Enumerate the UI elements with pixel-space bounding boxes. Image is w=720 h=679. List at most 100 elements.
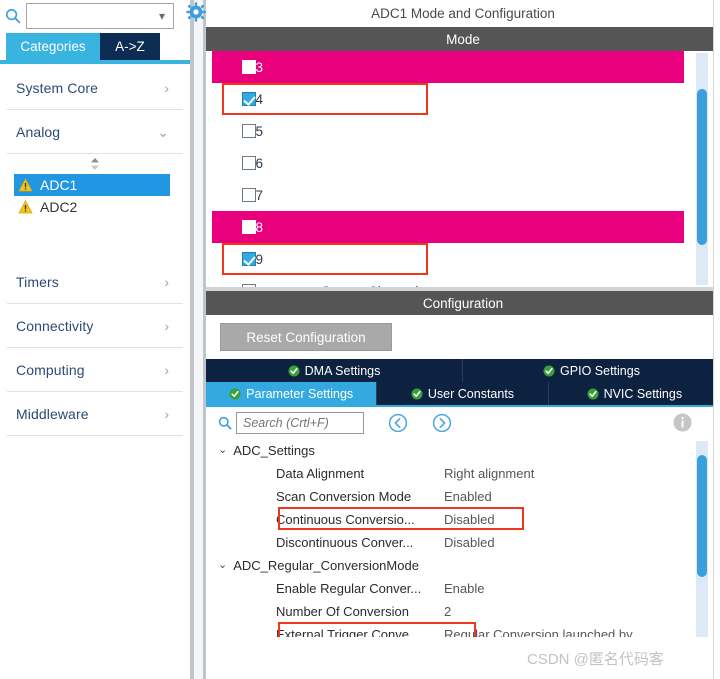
search-icon — [214, 416, 236, 430]
checkbox-in9[interactable] — [242, 252, 256, 266]
tab-nvic-settings[interactable]: NVIC Settings — [548, 382, 720, 405]
mode-scrollbar-thumb[interactable] — [697, 89, 707, 245]
tab-user-constants[interactable]: User Constants — [377, 382, 549, 405]
param-row-enable-regular-conversion[interactable]: Enable Regular Conver... Enable — [206, 577, 720, 600]
param-group-adc-settings[interactable]: ⌄ ADC_Settings — [206, 439, 720, 462]
param-row-external-trigger-conversion[interactable]: External Trigger Conve... Regular Conver… — [206, 623, 720, 637]
channel-row-in8[interactable]: IN8 — [212, 211, 684, 243]
sidebar-group-timers[interactable]: Timers › — [7, 260, 183, 304]
component-tree: System Core › Analog ⌄ ADC1 ADC2 Timers … — [0, 66, 190, 436]
chevron-right-icon: › — [164, 317, 169, 334]
reset-configuration-button[interactable]: Reset Configuration — [220, 323, 392, 351]
tabs-underline — [0, 60, 190, 64]
param-value-discontinuous-conversion: Disabled — [444, 535, 495, 550]
sidebar-item-adc1[interactable]: ADC1 — [14, 174, 170, 196]
channel-row-temperature-sensor[interactable]: Temperature Sensor Channel — [206, 275, 720, 287]
info-icon[interactable] — [673, 413, 692, 432]
tab-categories[interactable]: Categories — [6, 33, 100, 60]
parameter-scrollbar-thumb[interactable] — [697, 455, 707, 577]
search-icon — [0, 0, 26, 32]
checkbox-in4[interactable] — [242, 92, 256, 106]
parameter-scrollbar[interactable] — [696, 441, 708, 637]
chevron-right-icon: › — [164, 405, 169, 422]
tab-parameter-settings-label: Parameter Settings — [246, 386, 354, 401]
param-value-external-trigger-conversion: Regular Conversion launched by ... — [444, 627, 648, 637]
sidebar-group-connectivity[interactable]: Connectivity › — [7, 304, 183, 348]
param-value-data-alignment: Right alignment — [444, 466, 535, 481]
tab-gpio-settings[interactable]: GPIO Settings — [463, 359, 720, 382]
tab-user-constants-label: User Constants — [427, 386, 515, 401]
sidebar-search-input[interactable] — [33, 8, 153, 24]
chevron-down-icon: ⌄ — [218, 444, 228, 456]
chevron-down-icon[interactable]: ▾ — [159, 10, 165, 22]
param-key-continuous-conversion: Continuous Conversio... — [276, 512, 415, 527]
sidebar-item-adc1-label: ADC1 — [40, 177, 78, 193]
panel-divider[interactable] — [190, 0, 206, 679]
channel-row-in5[interactable]: IN5 — [206, 115, 720, 147]
tab-dma-settings-label: DMA Settings — [304, 363, 381, 378]
tab-parameter-settings[interactable]: Parameter Settings — [206, 382, 378, 405]
sidebar-group-system-core-label: System Core — [16, 79, 99, 96]
sidebar-item-adc2[interactable]: ADC2 — [14, 196, 170, 218]
param-group-adc-settings-label: ADC_Settings — [233, 443, 315, 458]
parameter-search-input[interactable] — [241, 415, 363, 431]
sidebar-group-computing[interactable]: Computing › — [7, 348, 183, 392]
checkbox-in7[interactable] — [242, 188, 256, 202]
param-key-enable-regular-conversion: Enable Regular Conver... — [276, 581, 422, 596]
sidebar-group-system-core[interactable]: System Core › — [7, 66, 183, 110]
channel-row-in4[interactable]: IN4 — [206, 83, 720, 115]
param-value-scan-conversion-mode: Enabled — [444, 489, 492, 504]
sidebar-group-middleware[interactable]: Middleware › — [7, 392, 183, 436]
next-icon[interactable] — [432, 413, 452, 433]
sidebar-group-computing-label: Computing — [16, 361, 85, 378]
checkbox-temperature-sensor[interactable] — [242, 284, 256, 287]
param-key-external-trigger-conversion: External Trigger Conve... — [276, 627, 420, 637]
param-value-number-of-conversion: 2 — [444, 604, 452, 619]
param-row-number-of-conversion[interactable]: Number Of Conversion 2 — [206, 600, 720, 623]
checkbox-in8[interactable] — [242, 220, 256, 234]
tab-nvic-settings-label: NVIC Settings — [603, 386, 683, 401]
param-value-continuous-conversion: Disabled — [444, 512, 495, 527]
page-title: ADC1 Mode and Configuration — [206, 0, 720, 27]
config-tabs-row-2: Parameter Settings User Constants NVIC S… — [206, 382, 720, 405]
sidebar-search-combo[interactable]: ▾ — [26, 3, 174, 29]
param-row-discontinuous-conversion[interactable]: Discontinuous Conver... Disabled — [206, 531, 720, 554]
tab-dma-settings[interactable]: DMA Settings — [206, 359, 463, 382]
sidebar-group-analog-label: Analog — [16, 123, 61, 140]
sidebar-group-timers-label: Timers — [16, 273, 59, 290]
mode-list-inner: IN3 IN4 IN5 IN6 IN7 — [206, 51, 720, 287]
prev-icon[interactable] — [388, 413, 408, 433]
checkbox-in3[interactable] — [242, 60, 256, 74]
tab-categories-label: Categories — [20, 39, 86, 54]
param-key-data-alignment: Data Alignment — [276, 466, 365, 481]
channel-row-in7[interactable]: IN7 — [206, 179, 720, 211]
chevron-right-icon: › — [164, 79, 169, 96]
param-row-data-alignment[interactable]: Data Alignment Right alignment — [206, 462, 720, 485]
channel-row-in6[interactable]: IN6 — [206, 147, 720, 179]
parameter-tree: ⌄ ADC_Settings Data Alignment Right alig… — [206, 439, 720, 637]
param-group-adc-regular-conversionmode[interactable]: ⌄ ADC_Regular_ConversionMode — [206, 554, 720, 577]
sidebar-group-analog[interactable]: Analog ⌄ — [7, 110, 183, 154]
param-row-scan-conversion-mode[interactable]: Scan Conversion Mode Enabled — [206, 485, 720, 508]
param-value-enable-regular-conversion: Enable — [444, 581, 485, 596]
channel-row-in9[interactable]: IN9 — [206, 243, 720, 275]
param-row-continuous-conversion[interactable]: Continuous Conversio... Disabled — [206, 508, 720, 531]
warning-icon — [18, 200, 33, 214]
sidebar-search-row: ▾ — [0, 0, 190, 32]
analog-items: ADC1 ADC2 — [0, 174, 190, 218]
app-window: ▾ Categories A->Z System Core › Analog ⌄ — [0, 0, 720, 679]
sidebar-group-middleware-label: Middleware — [16, 405, 89, 422]
checkbox-in5[interactable] — [242, 124, 256, 138]
mode-scrollbar[interactable] — [696, 53, 708, 285]
tree-scroll-arrows[interactable] — [0, 154, 190, 174]
parameter-search-box[interactable] — [236, 412, 364, 434]
checkbox-in6[interactable] — [242, 156, 256, 170]
channel-row-in3[interactable]: IN3 — [212, 51, 684, 83]
gear-icon[interactable] — [186, 2, 206, 22]
check-circle-icon — [411, 388, 423, 400]
param-key-discontinuous-conversion: Discontinuous Conver... — [276, 535, 414, 550]
sidebar: ▾ Categories A->Z System Core › Analog ⌄ — [0, 0, 190, 679]
tab-a-to-z[interactable]: A->Z — [100, 33, 160, 60]
chevron-down-icon: ⌄ — [157, 123, 169, 140]
